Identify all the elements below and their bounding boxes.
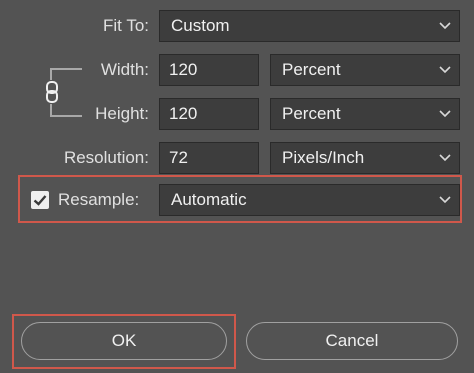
height-unit-select[interactable]: Percent — [270, 98, 460, 130]
resolution-label: Resolution: — [63, 148, 149, 167]
cancel-button-label: Cancel — [325, 331, 379, 350]
height-label: Height: — [95, 104, 149, 123]
width-input[interactable]: 120 — [159, 54, 259, 86]
height-value: 120 — [169, 104, 198, 123]
resample-checkbox[interactable] — [31, 191, 49, 209]
chevron-down-icon — [439, 196, 451, 204]
resample-label: Resample: — [58, 190, 140, 209]
width-unit-value: Percent — [282, 60, 341, 79]
fit-to-select[interactable]: Custom — [159, 10, 460, 42]
resample-select[interactable]: Automatic — [159, 184, 460, 216]
ok-button-label: OK — [111, 331, 137, 350]
width-value: 120 — [169, 60, 198, 79]
chevron-down-icon — [439, 110, 451, 118]
resample-value: Automatic — [171, 190, 247, 209]
fit-to-label: Fit To: — [103, 16, 149, 35]
resolution-unit-select[interactable]: Pixels/Inch — [270, 142, 460, 174]
resolution-value: 72 — [169, 148, 188, 167]
resolution-unit-value: Pixels/Inch — [282, 148, 365, 167]
height-unit-value: Percent — [282, 104, 341, 123]
resolution-input[interactable]: 72 — [159, 142, 259, 174]
chevron-down-icon — [439, 66, 451, 74]
ok-button[interactable]: OK — [21, 322, 227, 360]
width-unit-select[interactable]: Percent — [270, 54, 460, 86]
chevron-down-icon — [439, 22, 451, 30]
height-input[interactable]: 120 — [159, 98, 259, 130]
chevron-down-icon — [439, 154, 451, 162]
checkmark-icon — [33, 195, 47, 206]
width-label: Width: — [100, 60, 149, 79]
fit-to-value: Custom — [171, 16, 230, 35]
cancel-button[interactable]: Cancel — [246, 322, 458, 360]
chain-link-icon[interactable] — [44, 80, 60, 104]
